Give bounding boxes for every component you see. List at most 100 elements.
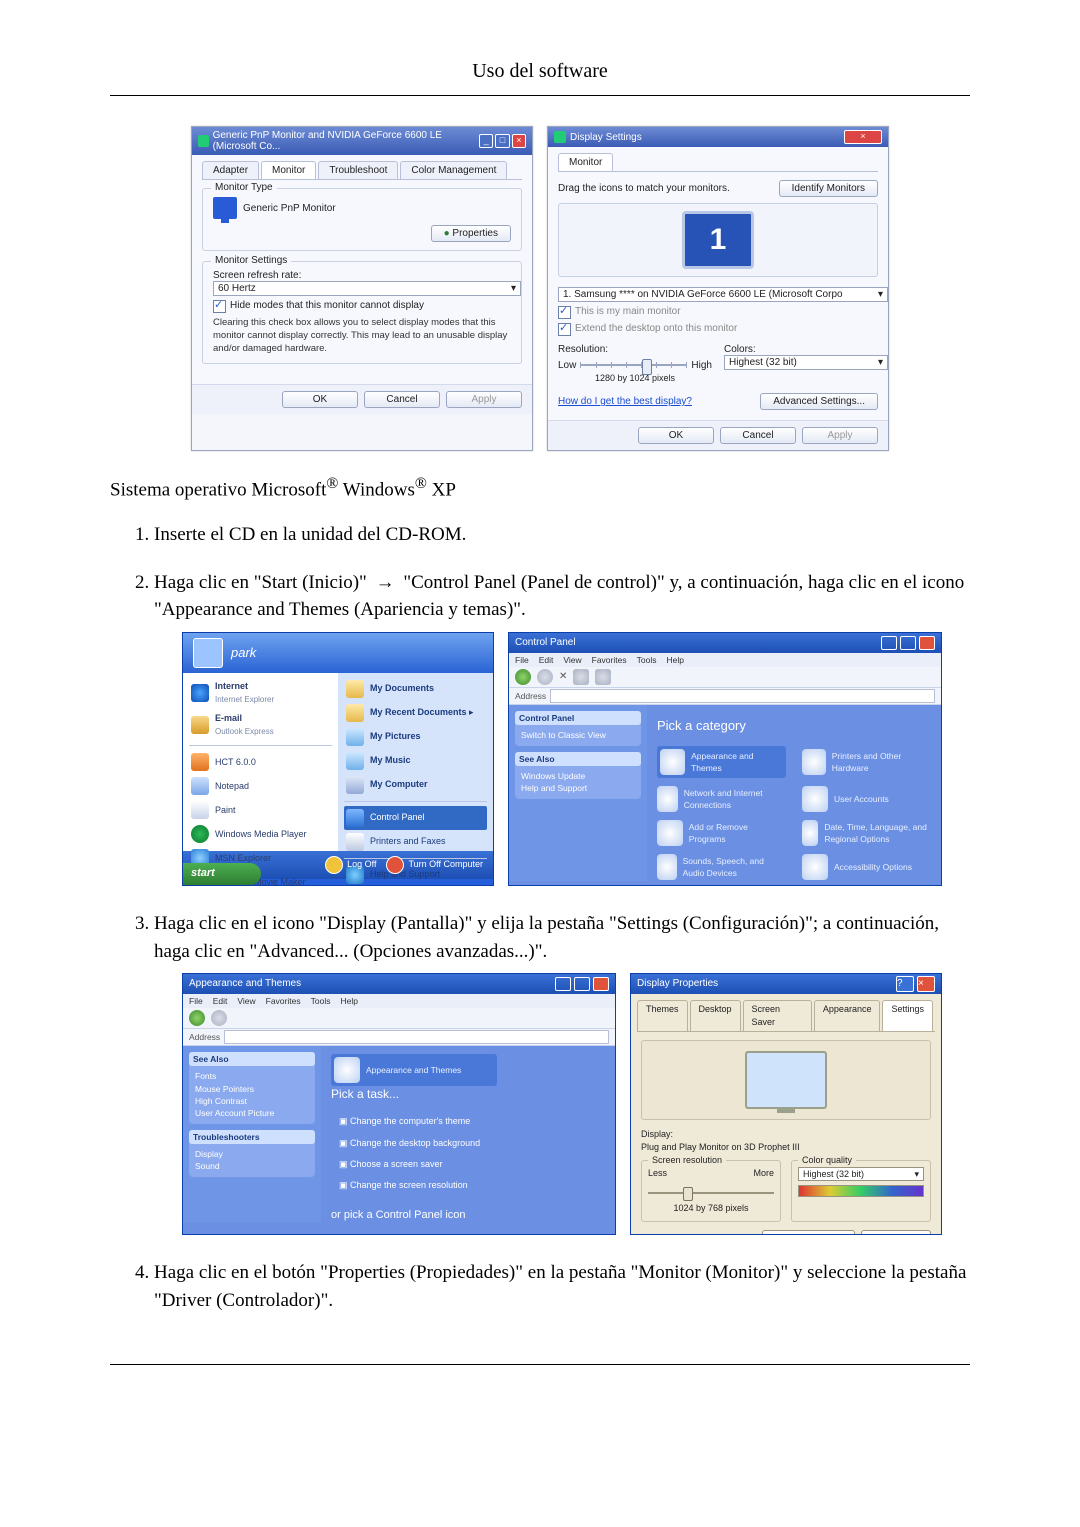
side-link[interactable]: User Account Picture	[195, 1107, 309, 1119]
properties-button[interactable]: ● Properties	[431, 225, 511, 242]
folder-options-icon[interactable]	[421, 1230, 443, 1235]
minimize-button[interactable]: _	[479, 134, 493, 148]
tab-monitor[interactable]: Monitor	[261, 161, 316, 179]
advanced-button[interactable]: Advanced	[861, 1230, 931, 1235]
start-button[interactable]: start	[183, 863, 261, 885]
cat-sounds[interactable]: Sounds, Speech, and Audio Devices	[657, 854, 786, 880]
colors-select[interactable]: Highest (32 bit) ▾	[724, 355, 888, 370]
cancel-button[interactable]: Cancel	[720, 427, 796, 444]
best-display-link[interactable]: How do I get the best display?	[558, 396, 692, 407]
start-mydocuments[interactable]: My Documents	[344, 677, 487, 701]
start-music[interactable]: My Music	[344, 749, 487, 773]
minimize-button[interactable]	[881, 636, 897, 650]
start-recent[interactable]: My Recent Documents ▸	[344, 701, 487, 725]
cat-users[interactable]: User Accounts	[802, 786, 931, 812]
side-link[interactable]: Display	[195, 1148, 309, 1160]
monitor-select[interactable]: 1. Samsung **** on NVIDIA GeForce 6600 L…	[558, 287, 888, 302]
start-paint[interactable]: Paint	[189, 798, 332, 822]
side-link[interactable]: High Contrast	[195, 1095, 309, 1107]
switch-classic-link[interactable]: Switch to Classic View	[521, 729, 635, 741]
tab-adapter[interactable]: Adapter	[202, 161, 259, 179]
close-button[interactable]	[919, 636, 935, 650]
task-screensaver[interactable]: ▣ Choose a screen saver	[339, 1158, 597, 1171]
windows-update-link[interactable]: Windows Update	[521, 770, 635, 782]
side-link[interactable]: Mouse Pointers	[195, 1083, 309, 1095]
tab-troubleshoot[interactable]: Troubleshoot	[318, 161, 398, 179]
folders-toolbar-icon[interactable]	[595, 669, 611, 685]
cat-network[interactable]: Network and Internet Connections	[657, 786, 786, 812]
tab-appearance[interactable]: Appearance	[814, 1000, 881, 1031]
forward-button-icon[interactable]	[211, 1010, 227, 1026]
maximize-button[interactable]	[574, 977, 590, 991]
power-icon	[386, 856, 404, 874]
tab-monitor[interactable]: Monitor	[558, 153, 613, 171]
apply-button[interactable]: Apply	[446, 391, 522, 408]
advanced-settings-button[interactable]: Advanced Settings...	[760, 393, 878, 410]
turnoff-button[interactable]: Turn Off Computer	[386, 856, 483, 874]
cat-date-time[interactable]: Date, Time, Language, and Regional Optio…	[802, 820, 931, 846]
start-pictures[interactable]: My Pictures	[344, 725, 487, 749]
tab-desktop[interactable]: Desktop	[690, 1000, 741, 1031]
ok-button[interactable]: OK	[638, 427, 714, 444]
forward-button-icon[interactable]	[537, 669, 553, 685]
search-toolbar-icon[interactable]	[573, 669, 589, 685]
start-internet[interactable]: InternetInternet Explorer	[189, 677, 332, 709]
back-button-icon[interactable]	[189, 1010, 205, 1026]
tab-screensaver[interactable]: Screen Saver	[743, 1000, 812, 1031]
apply-button[interactable]: Apply	[802, 427, 878, 444]
cancel-button[interactable]: Cancel	[364, 391, 440, 408]
back-button-icon[interactable]	[515, 669, 531, 685]
close-button[interactable]: ×	[844, 130, 882, 144]
resolution-slider[interactable]	[580, 357, 687, 373]
side-link[interactable]: Fonts	[195, 1070, 309, 1082]
monitor-preview[interactable]: 1	[558, 203, 878, 277]
tab-color-management[interactable]: Color Management	[400, 161, 507, 179]
troubleshoot-button[interactable]: Troubleshoot...	[762, 1230, 854, 1235]
ie-icon	[191, 684, 209, 702]
color-gradient-bar	[798, 1185, 924, 1197]
ok-button[interactable]: OK	[282, 391, 358, 408]
start-control-panel[interactable]: Control Panel	[344, 806, 487, 830]
cat-printers[interactable]: Printers and Other Hardware	[802, 746, 931, 778]
menu-bar[interactable]: FileEditViewFavoritesToolsHelp	[509, 653, 941, 667]
tab-settings[interactable]: Settings	[882, 1000, 933, 1031]
monitor-1-icon[interactable]: 1	[682, 211, 754, 269]
toolbar[interactable]: ✕	[509, 667, 941, 688]
resolution-slider[interactable]	[648, 1186, 774, 1200]
task-resolution[interactable]: ▣ Change the screen resolution	[339, 1179, 597, 1192]
display-icon[interactable]	[331, 1230, 353, 1235]
task-change-background[interactable]: ▣ Change the desktop background	[339, 1137, 597, 1150]
start-printers[interactable]: Printers and Faxes	[344, 830, 487, 854]
cat-add-remove[interactable]: Add or Remove Programs	[657, 820, 786, 846]
start-computer[interactable]: My Computer	[344, 773, 487, 797]
maximize-button[interactable]	[900, 636, 916, 650]
help-button[interactable]: ?	[896, 976, 914, 992]
close-button[interactable]: ×	[917, 976, 935, 992]
start-notepad[interactable]: Notepad	[189, 774, 332, 798]
color-quality-select[interactable]: Highest (32 bit)▾	[798, 1167, 924, 1181]
maximize-button[interactable]: □	[495, 134, 509, 148]
start-wmp[interactable]: Windows Media Player	[189, 822, 332, 846]
task-change-theme[interactable]: ▣ Change the computer's theme	[339, 1115, 597, 1128]
tab-themes[interactable]: Themes	[637, 1000, 688, 1031]
help-support-link[interactable]: Help and Support	[521, 782, 635, 794]
close-button[interactable]: ×	[512, 134, 526, 148]
start-email[interactable]: E-mailOutlook Express	[189, 709, 332, 741]
address-bar[interactable]: Address	[509, 688, 941, 705]
refresh-rate-select[interactable]: 60 Hertz ▾	[213, 281, 521, 296]
cat-accessibility[interactable]: Accessibility Options	[802, 854, 931, 880]
identify-monitors-button[interactable]: Identify Monitors	[779, 180, 878, 197]
folder-options-cp-icon[interactable]: Folder Options	[451, 1234, 510, 1235]
side-link[interactable]: Sound	[195, 1160, 309, 1172]
hide-modes-checkbox[interactable]: Hide modes that this monitor cannot disp…	[213, 300, 511, 313]
logoff-button[interactable]: Log Off	[325, 856, 376, 874]
step-1: Inserte el CD en la unidad del CD-ROM.	[154, 521, 970, 549]
start-hct[interactable]: HCT 6.0.0	[189, 750, 332, 774]
cat-appearance-themes[interactable]: Appearance and Themes	[657, 746, 786, 778]
menu-bar[interactable]: FileEditViewFavoritesToolsHelp	[183, 994, 615, 1008]
toolbar[interactable]	[183, 1008, 615, 1029]
address-bar[interactable]: Address	[183, 1029, 615, 1046]
close-button[interactable]	[593, 977, 609, 991]
minimize-button[interactable]	[555, 977, 571, 991]
display-cp-icon[interactable]: Display	[361, 1234, 391, 1235]
